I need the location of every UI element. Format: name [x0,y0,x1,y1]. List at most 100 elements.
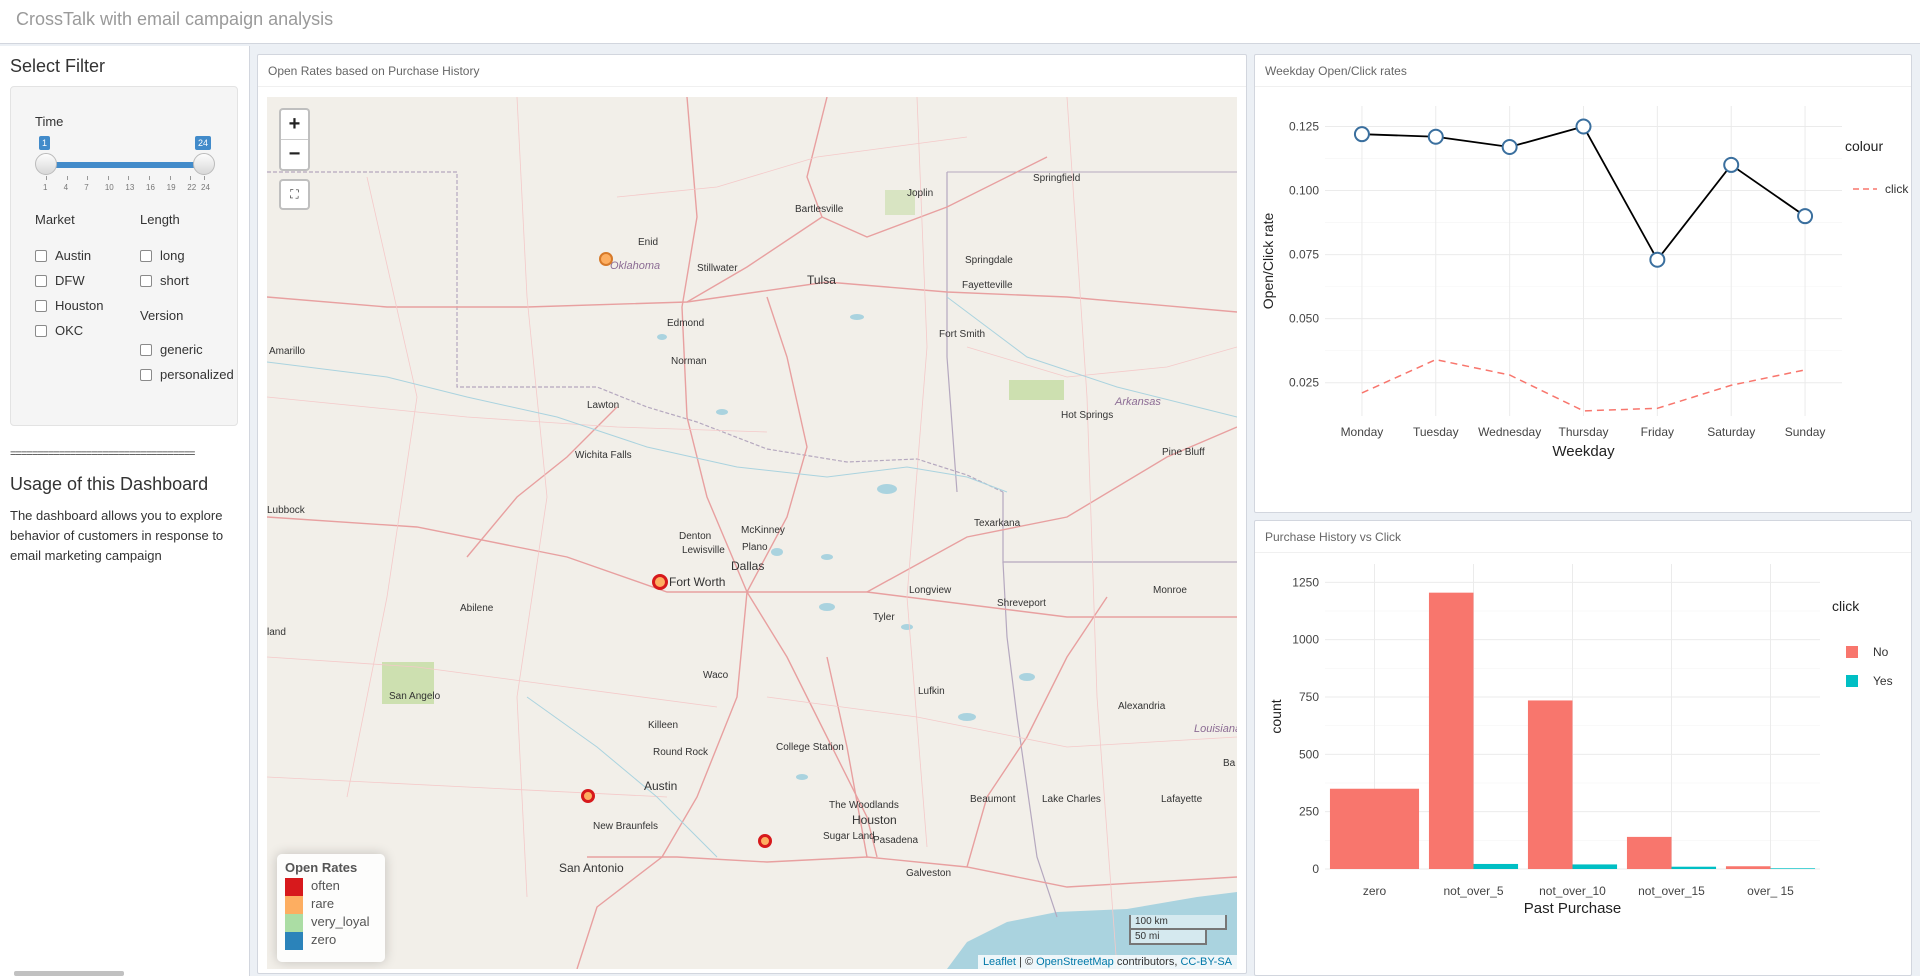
map-city-label: Fayetteville [962,280,1013,291]
map-city-label: Springdale [965,255,1013,266]
map-city-label: Texarkana [974,518,1021,529]
weekday-gridlines [1325,106,1842,416]
sidebar-scrollbar[interactable] [14,971,124,976]
time-slider-max-handle[interactable] [193,153,215,175]
map-city-label: College Station [776,742,844,753]
fullscreen-button[interactable]: ⛶ [279,179,310,210]
version-personalized-label[interactable]: personalized [160,367,234,382]
data-point[interactable] [1353,126,1370,143]
bar-yes[interactable] [1770,868,1816,869]
slider-tick-mark [169,176,171,180]
market-austin-checkbox[interactable] [35,250,47,262]
map-city-label: Pine Bluff [1162,447,1205,458]
app-header: CrossTalk with email campaign analysis [0,0,1920,44]
version-personalized-checkbox[interactable] [140,369,152,381]
attribution-sep: | © [1019,956,1034,968]
bar-no[interactable] [1725,866,1771,869]
map-city-label: Plano [742,542,768,553]
zoom-out-button[interactable]: − [281,140,308,169]
slider-tick-label: 19 [166,183,176,192]
map-city-label: Tyler [873,612,895,623]
purchase-panel: Purchase History vs Click 0 250 500 750 1000… [1254,520,1912,976]
y-tick-label: 0.075 [1289,248,1319,262]
map-city-label: San Antonio [559,861,624,875]
map-panel-header: Open Rates based on Purchase History [258,55,1246,87]
market-houston-checkbox[interactable] [35,300,47,312]
length-long-label[interactable]: long [160,248,185,263]
bar-yes[interactable] [1671,866,1717,869]
market-houston-label[interactable]: Houston [55,298,103,313]
bar-yes[interactable] [1473,863,1519,869]
version-generic-label[interactable]: generic [160,342,203,357]
map-city-label: Galveston [906,868,952,879]
map[interactable]: Springfield Joplin Bartlesville Enid Stillwa… [267,97,1237,969]
purchase-legend: click No Yes [1832,598,1893,688]
map-city-label: Pasadena [873,835,919,846]
license-link[interactable]: CC-BY-SA [1180,956,1232,968]
map-city-label: Wichita Falls [575,450,632,461]
attribution-contrib: contributors, [1116,956,1178,968]
x-tick-label: Friday [1641,425,1674,439]
y-tick-label: 0.100 [1289,184,1319,198]
data-point[interactable] [1427,128,1444,145]
time-max-badge: 24 [195,136,212,150]
data-point[interactable] [1723,156,1740,173]
bar-yes[interactable] [1572,864,1618,869]
legend-swatch-zero [285,932,303,950]
legend-item: very_loyal [285,914,377,932]
slider-tick-label: 7 [84,183,89,192]
x-tick-label: Wednesday [1478,425,1541,439]
version-generic-checkbox[interactable] [140,344,152,356]
osm-link[interactable]: OpenStreetMap [1036,956,1114,968]
map-city-label: Joplin [907,188,934,199]
bar-no[interactable] [1329,788,1420,869]
fullscreen-icon: ⛶ [290,187,299,201]
data-point[interactable] [1575,118,1592,135]
market-dfw-checkbox[interactable] [35,275,47,287]
legend-label: zero [311,932,337,947]
market-dfw-label[interactable]: DFW [55,273,85,288]
map-city-label: Lufkin [918,686,945,697]
time-slider-track[interactable] [36,162,202,168]
map-city-label: New Braunfels [593,821,659,832]
length-long-checkbox[interactable] [140,250,152,262]
slider-tick-mark [204,176,205,180]
y-tick-label: 250 [1299,805,1319,819]
data-point[interactable] [1649,251,1666,268]
marker-austin[interactable] [581,789,595,803]
marker-dallas[interactable] [652,574,668,590]
data-point[interactable] [1797,208,1814,225]
slider-tick-label: 13 [125,183,135,192]
legend-label-click: click [1885,182,1909,196]
data-point[interactable] [1501,138,1518,155]
x-tick-label: not_over_10 [1539,884,1606,898]
time-slider-min-handle[interactable] [35,153,57,175]
bar-no[interactable] [1428,592,1474,869]
length-short-checkbox[interactable] [140,275,152,287]
bar-no[interactable] [1626,836,1672,869]
market-okc-checkbox[interactable] [35,325,47,337]
purchase-panel-title: Purchase History vs Click [1265,530,1402,544]
weekday-panel-title: Weekday Open/Click rates [1265,64,1407,78]
legend-label: very_loyal [311,914,370,929]
y-tick-label: 750 [1299,690,1319,704]
map-city-label: San Angelo [389,691,441,702]
sidebar: Select Filter Time 1 24 1 4 7 10 13 16 19 22 24 … [0,46,250,976]
map-city-label: Bartlesville [795,204,844,215]
map-city-label: Alexandria [1118,701,1166,712]
market-okc-label[interactable]: OKC [55,323,83,338]
map-attribution: Leaflet | © OpenStreetMap contributors, … [977,955,1237,969]
bar-no[interactable] [1527,700,1573,869]
leaflet-link[interactable]: Leaflet [983,956,1016,968]
market-austin-label[interactable]: Austin [55,248,91,263]
y-tick-label: 0 [1312,862,1319,876]
marker-edmond[interactable] [599,252,613,266]
map-legend: Open Rates often rare very_loyal zero [277,854,385,962]
slider-tick-mark [87,176,89,180]
zoom-in-button[interactable]: + [281,110,308,139]
usage-title: Usage of this Dashboard [10,474,209,494]
map-city-label: Denton [679,531,712,542]
x-tick-label: Sunday [1785,425,1826,439]
marker-houston[interactable] [758,834,772,848]
length-short-label[interactable]: short [160,273,189,288]
